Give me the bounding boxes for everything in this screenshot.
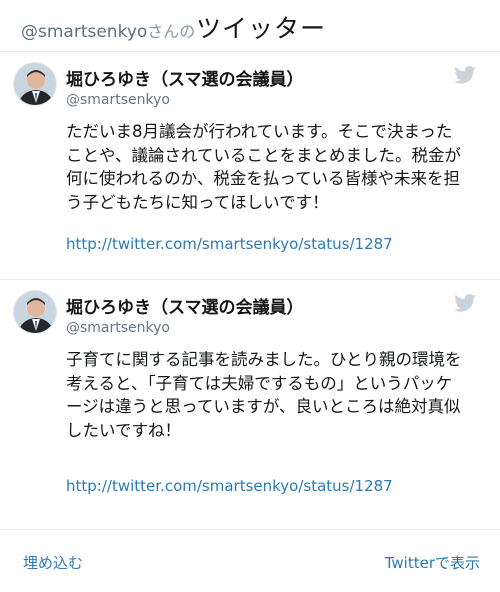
tweet[interactable]: 堀ひろゆき（スマ選の会議員） @smartsenkyo ただいま8月議会が行われ… bbox=[0, 52, 500, 280]
author-name[interactable]: 堀ひろゆき（スマ選の会議員） bbox=[66, 293, 304, 318]
embed-button[interactable]: 埋め込む bbox=[23, 552, 83, 573]
tweet-link[interactable]: http://twitter.com/smartsenkyo/status/12… bbox=[66, 477, 393, 495]
header-handle-line: @smartsenkyoさんの bbox=[21, 18, 195, 42]
author-handle[interactable]: @smartsenkyo bbox=[66, 320, 170, 336]
twitter-bird-icon[interactable] bbox=[454, 66, 476, 84]
tweet-text: ただいま8月議会が行われています。そこで決まったことや、議論されていることをまと… bbox=[66, 122, 462, 212]
header-handle[interactable]: @smartsenkyo bbox=[21, 22, 147, 42]
twitter-bird-icon[interactable] bbox=[454, 294, 476, 312]
tweet-link[interactable]: http://twitter.com/smartsenkyo/status/12… bbox=[66, 235, 393, 253]
avatar[interactable] bbox=[13, 62, 57, 106]
timeline-footer: 埋め込む Twitterで表示 bbox=[0, 530, 500, 592]
tweet[interactable]: 堀ひろゆき（スマ選の会議員） @smartsenkyo 子育てに関する記事を読み… bbox=[0, 280, 500, 530]
header-title: ツイッター bbox=[196, 14, 327, 43]
view-on-twitter-link[interactable]: Twitterで表示 bbox=[385, 552, 480, 573]
header-suffix: さんの bbox=[147, 22, 196, 41]
author-handle[interactable]: @smartsenkyo bbox=[66, 92, 170, 108]
tweet-text: 子育てに関する記事を読みました。ひとり親の環境を考えると、「子育ては夫婦でするも… bbox=[66, 350, 462, 440]
author-name[interactable]: 堀ひろゆき（スマ選の会議員） bbox=[66, 65, 304, 90]
timeline-header: @smartsenkyoさんの ツイッター bbox=[0, 0, 500, 52]
avatar[interactable] bbox=[13, 290, 57, 334]
